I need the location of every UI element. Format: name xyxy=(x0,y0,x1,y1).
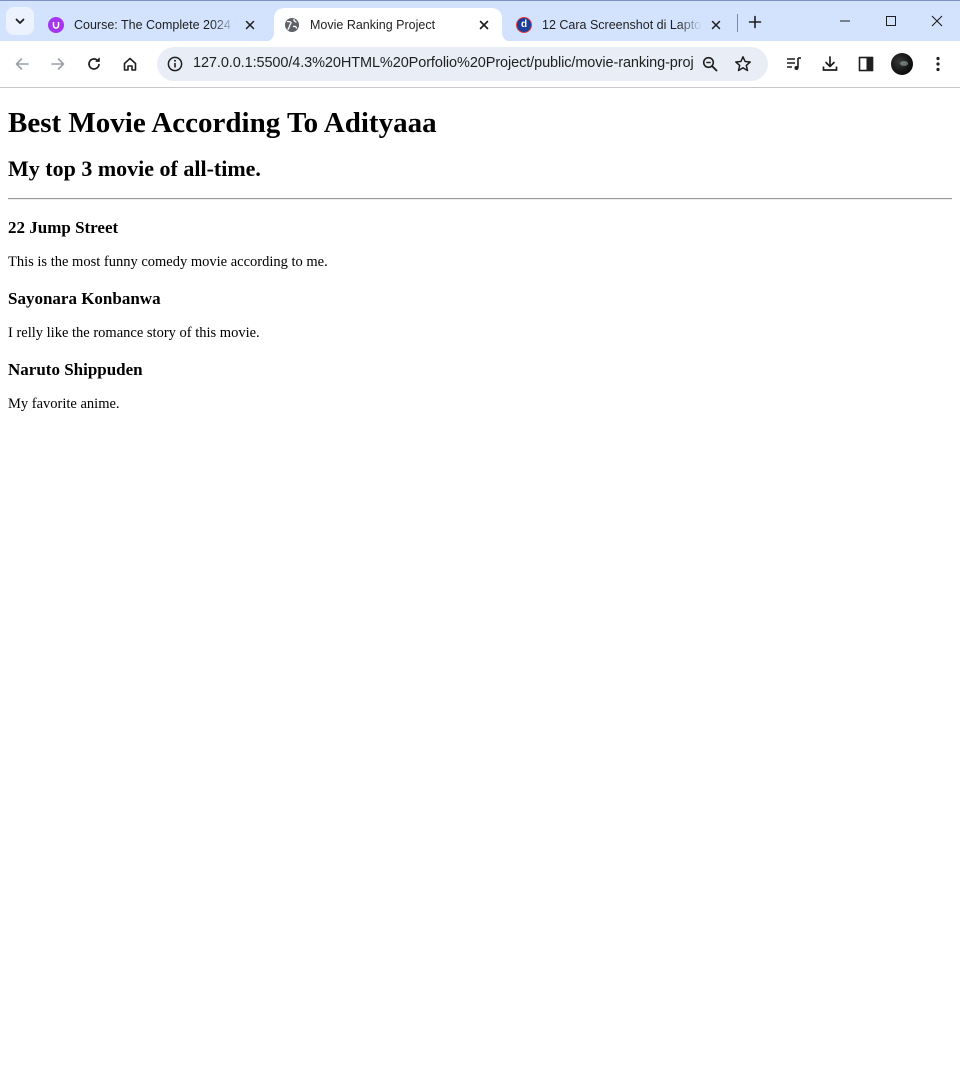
url-text[interactable]: 127.0.0.1:5500/4.3%20HTML%20Porfolio%20P… xyxy=(193,55,693,71)
side-panel-icon xyxy=(858,56,874,72)
profile-avatar[interactable] xyxy=(891,53,913,75)
address-bar[interactable]: 127.0.0.1:5500/4.3%20HTML%20Porfolio%20P… xyxy=(157,47,768,81)
tab-udemy-course[interactable]: Course: The Complete 2024 Web Developmen… xyxy=(38,8,268,42)
forward-button[interactable] xyxy=(43,49,73,79)
movie-title: Sayonara Konbanwa xyxy=(8,289,161,308)
more-vertical-icon xyxy=(936,56,940,72)
divider xyxy=(8,198,952,200)
detik-icon: d xyxy=(516,17,532,33)
tab-title: 12 Cara Screenshot di Laptop xyxy=(542,18,702,32)
menu-button[interactable] xyxy=(923,49,953,79)
movie-description: I relly like the romance story of this m… xyxy=(8,325,260,341)
bookmark-button[interactable] xyxy=(730,51,756,77)
web-page-content: Best Movie According To Adityaaa My top … xyxy=(0,88,960,1076)
close-tab-icon[interactable] xyxy=(240,15,260,35)
home-button[interactable] xyxy=(115,49,145,79)
tab-title: Course: The Complete 2024 Web Developmen… xyxy=(74,18,236,32)
downloads-button[interactable] xyxy=(815,49,845,79)
plus-icon xyxy=(748,15,762,29)
reload-button[interactable] xyxy=(79,49,109,79)
page-title: Best Movie According To Adityaaa xyxy=(8,107,437,139)
download-icon xyxy=(821,55,839,73)
minimize-button[interactable] xyxy=(822,1,868,41)
browser-toolbar: 127.0.0.1:5500/4.3%20HTML%20Porfolio%20P… xyxy=(0,41,960,88)
tab-search-button[interactable] xyxy=(6,7,34,35)
tab-screenshot-article[interactable]: d 12 Cara Screenshot di Laptop xyxy=(506,8,734,42)
info-icon xyxy=(167,56,183,72)
movie-item: 22 Jump Street This is the most funny co… xyxy=(8,218,952,271)
chevron-down-icon xyxy=(14,15,26,27)
tab-movie-ranking[interactable]: Movie Ranking Project xyxy=(264,8,512,42)
arrow-left-icon xyxy=(14,56,30,72)
close-tab-icon[interactable] xyxy=(706,15,726,35)
back-button[interactable] xyxy=(7,49,37,79)
movie-description: This is the most funny comedy movie acco… xyxy=(8,254,328,270)
zoom-out-icon xyxy=(702,56,718,72)
tab-separator xyxy=(737,14,738,32)
movie-description: My favorite anime. xyxy=(8,396,120,412)
arrow-right-icon xyxy=(50,56,66,72)
tab-strip: Course: The Complete 2024 Web Developmen… xyxy=(0,0,960,42)
movie-item: Naruto Shippuden My favorite anime. xyxy=(8,360,952,413)
star-icon xyxy=(734,55,752,73)
close-icon xyxy=(931,15,943,27)
udemy-icon xyxy=(48,17,64,33)
zoom-button[interactable] xyxy=(697,51,723,77)
movie-title: Naruto Shippuden xyxy=(8,360,143,379)
movie-title: 22 Jump Street xyxy=(8,218,119,237)
reload-icon xyxy=(86,56,102,72)
new-tab-button[interactable] xyxy=(743,10,767,34)
side-panel-button[interactable] xyxy=(851,49,881,79)
movie-item: Sayonara Konbanwa I relly like the roman… xyxy=(8,289,952,342)
site-info-button[interactable] xyxy=(162,51,188,77)
media-controls-button[interactable] xyxy=(779,49,809,79)
maximize-button[interactable] xyxy=(868,1,914,41)
page-subtitle: My top 3 movie of all-time. xyxy=(8,156,261,181)
home-icon xyxy=(122,56,138,72)
close-tab-icon[interactable] xyxy=(474,15,494,35)
minimize-icon xyxy=(839,15,851,27)
close-window-button[interactable] xyxy=(914,1,960,41)
globe-icon xyxy=(284,17,300,33)
queue-music-icon xyxy=(785,55,803,73)
tab-title: Movie Ranking Project xyxy=(310,18,436,32)
maximize-icon xyxy=(885,15,897,27)
